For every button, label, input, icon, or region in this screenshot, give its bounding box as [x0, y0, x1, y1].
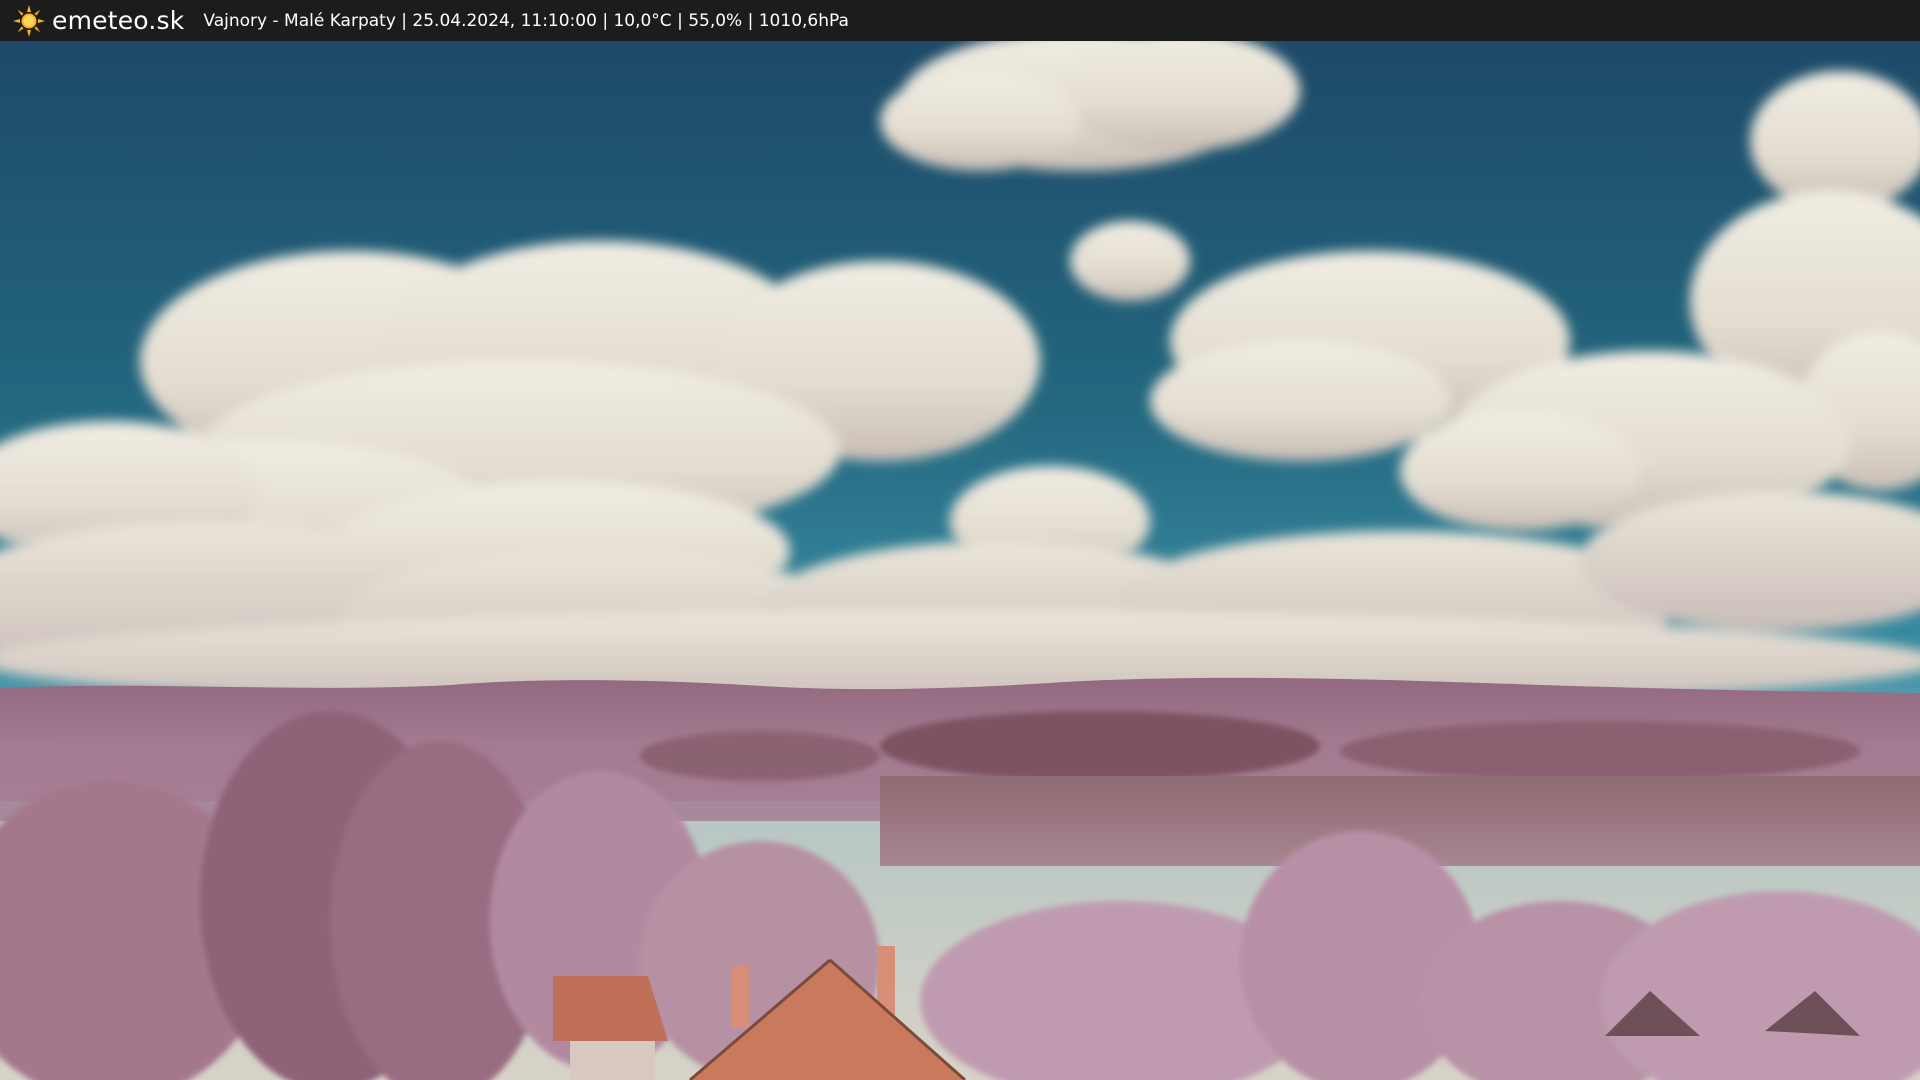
brand-logo[interactable]: emeteo.sk	[12, 4, 184, 38]
sun-icon	[13, 4, 45, 37]
brand-name: emeteo.sk	[52, 6, 185, 35]
webcam-frame: emeteo.sk Vajnory - Malé Karpaty | 25.04…	[0, 0, 1920, 1080]
house-left	[553, 976, 668, 1080]
webcam-image	[0, 41, 1920, 1080]
title-bar: emeteo.sk Vajnory - Malé Karpaty | 25.04…	[0, 0, 1920, 41]
weather-info-text: Vajnory - Malé Karpaty | 25.04.2024, 11:…	[203, 10, 849, 31]
landscape-scene	[0, 41, 1920, 1080]
